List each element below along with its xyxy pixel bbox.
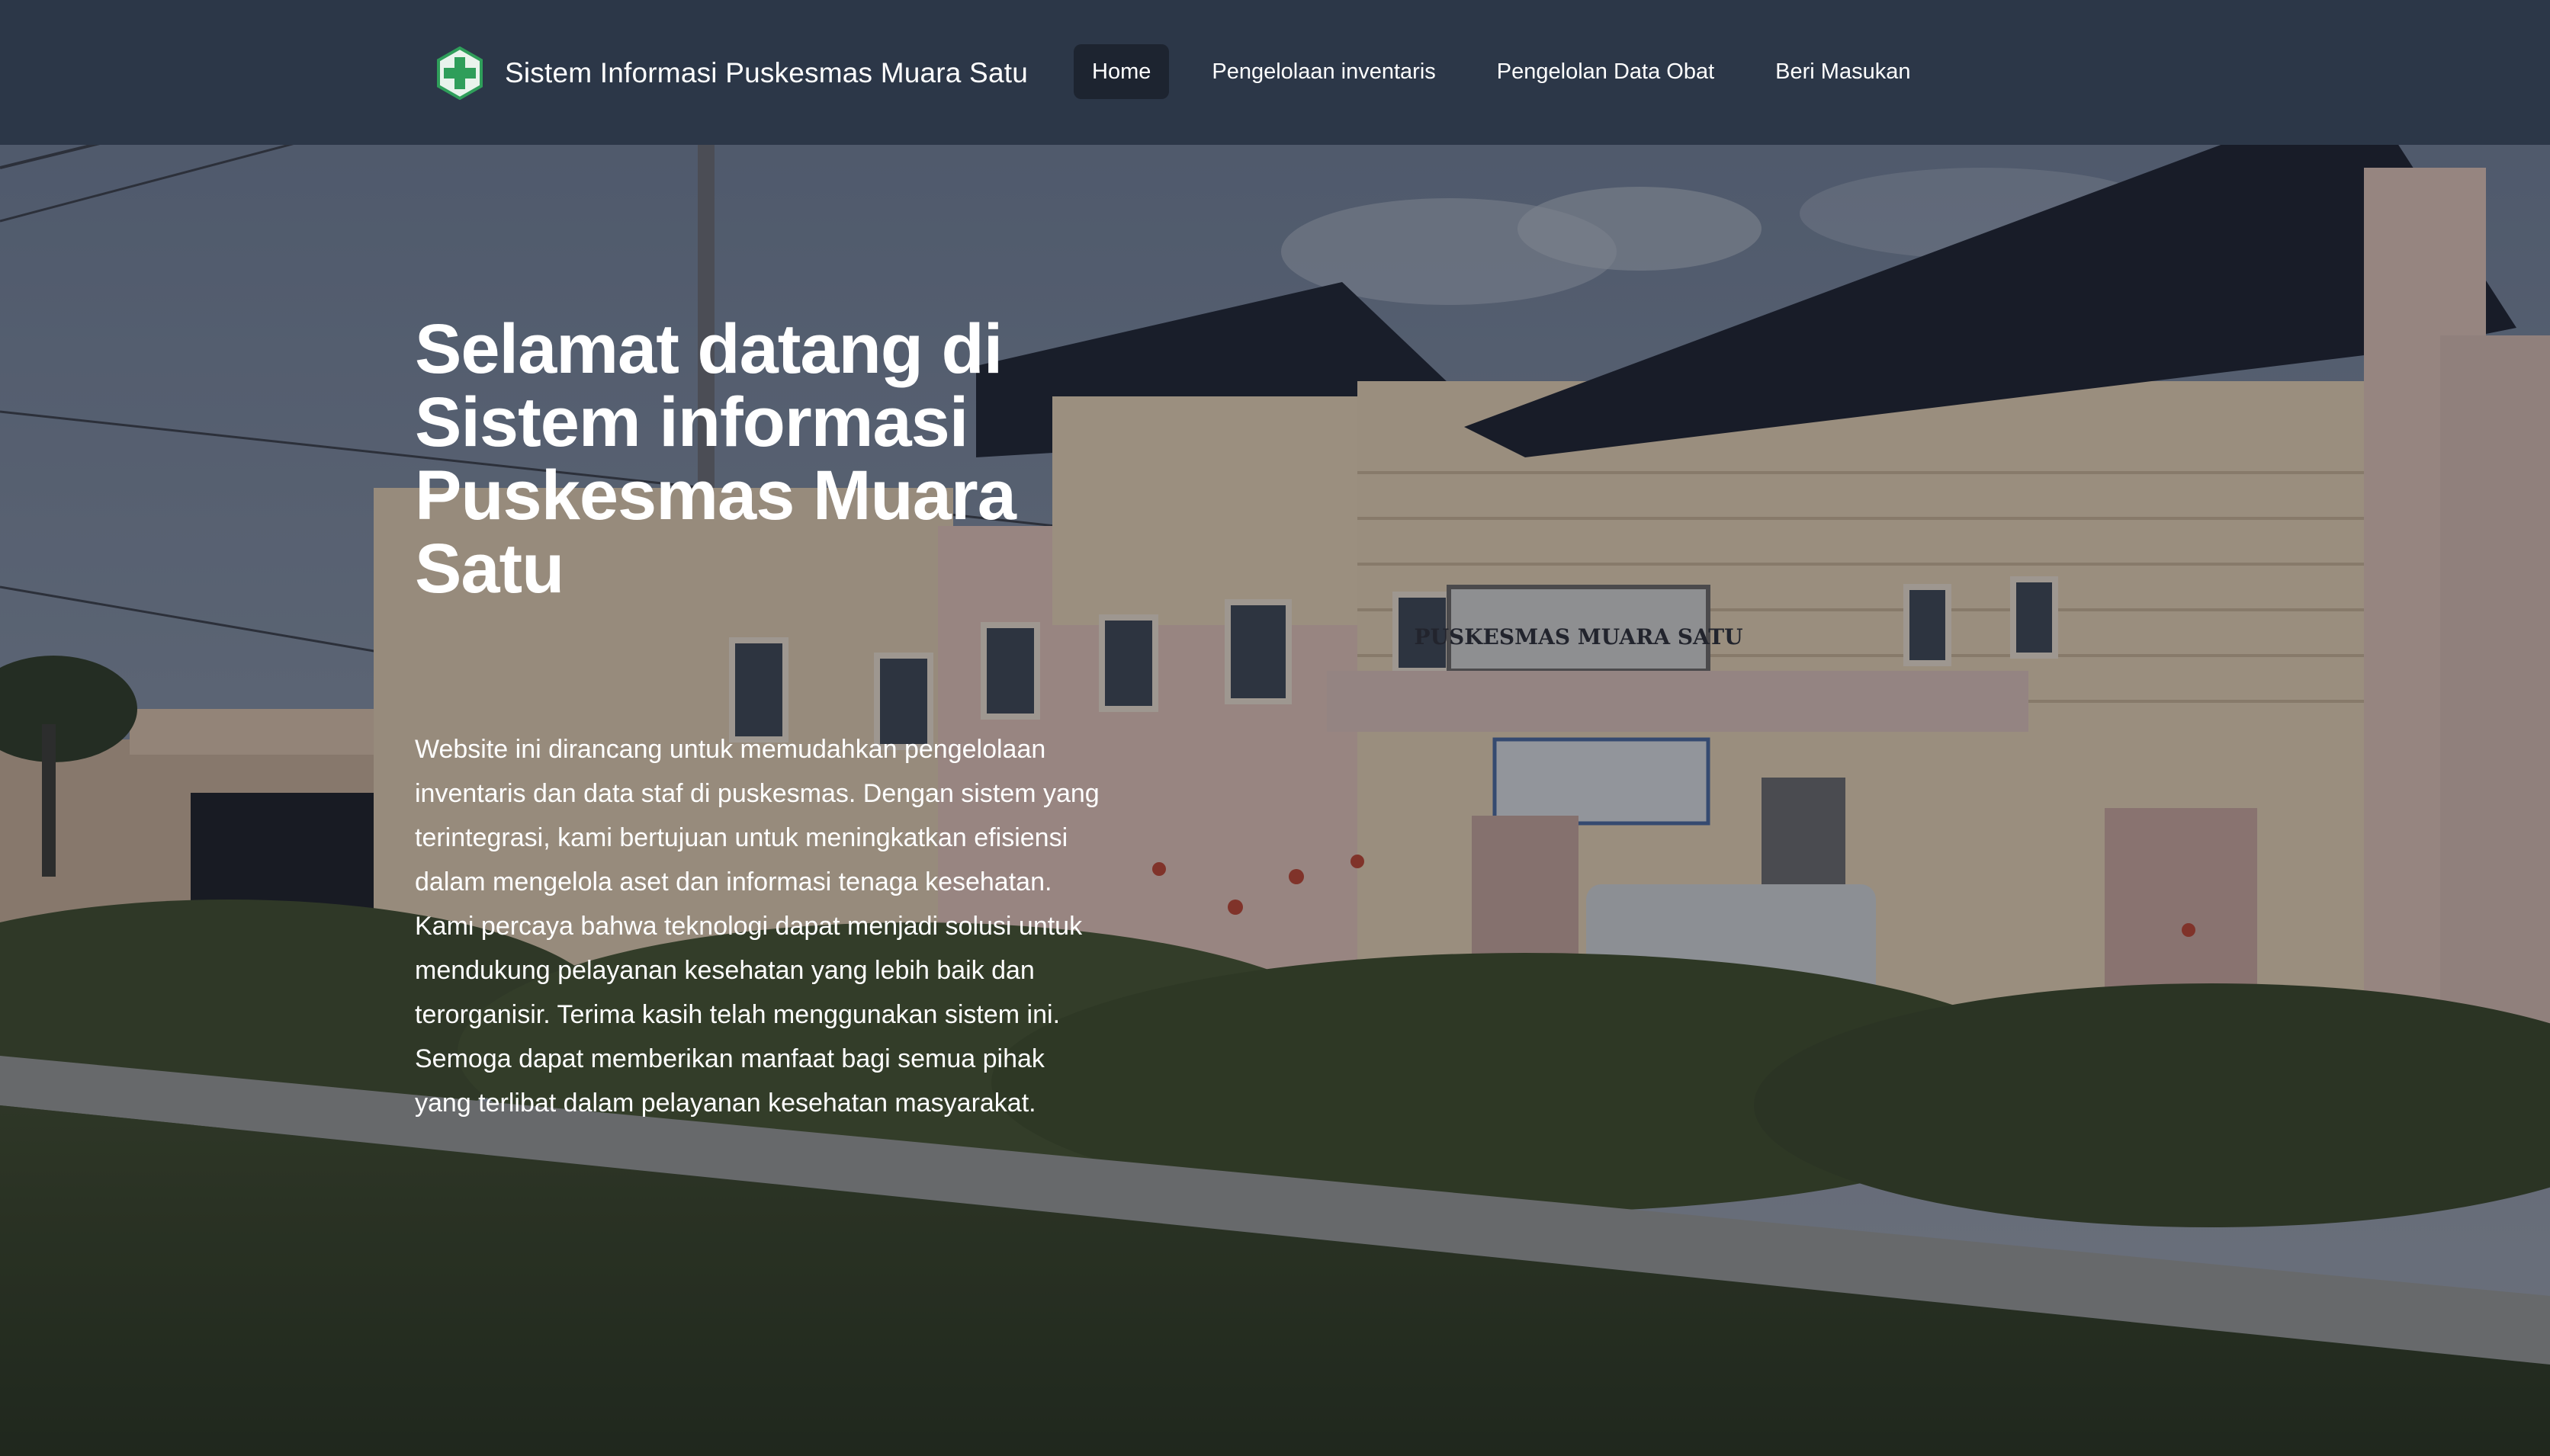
- health-cross-icon: [437, 47, 483, 100]
- main-nav: Home Pengelolaan inventaris Pengelolan D…: [1074, 44, 1953, 99]
- hero-description: Website ini dirancang untuk memudahkan p…: [415, 735, 1100, 1118]
- brand-title: Sistem Informasi Puskesmas Muara Satu: [505, 57, 1028, 88]
- background-overlay: [0, 0, 2550, 1456]
- hero-section: Selamat datang di Sistem informasi Puske…: [415, 313, 1116, 1151]
- nav-item-pengelolan-data-obat[interactable]: Pengelolan Data Obat: [1479, 44, 1733, 99]
- top-navbar: Sistem Informasi Puskesmas Muara Satu Ho…: [0, 0, 2550, 145]
- brand[interactable]: Sistem Informasi Puskesmas Muara Satu: [436, 44, 1028, 102]
- nav-item-beri-masukan[interactable]: Beri Masukan: [1757, 44, 1929, 99]
- page: PUSKESMAS MUARA SATU Sistem Informasi Pu…: [0, 0, 2550, 1456]
- hero-title: Selamat datang di Sistem informasi Puske…: [415, 310, 1016, 608]
- nav-item-pengelolaan-inventaris[interactable]: Pengelolaan inventaris: [1193, 44, 1453, 99]
- nav-item-home[interactable]: Home: [1074, 44, 1170, 99]
